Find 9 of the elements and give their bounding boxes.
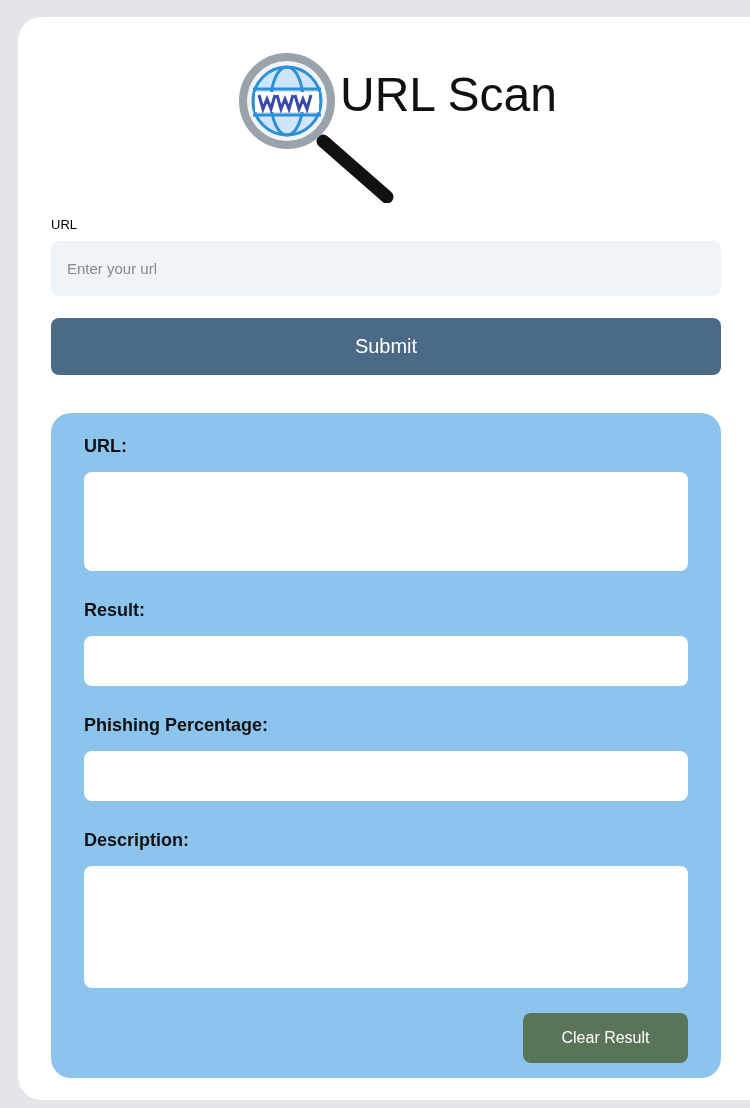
field-label: Phishing Percentage:: [84, 713, 269, 737]
url-input[interactable]: Enter your url: [51, 240, 721, 296]
url-label: URL: [51, 216, 77, 234]
submit-button[interactable]: Submit: [51, 317, 721, 375]
field-label: Result:: [84, 598, 145, 622]
field-label: Description:: [84, 828, 189, 852]
field-label: URL:: [84, 434, 127, 458]
app-title: URL Scan: [340, 71, 557, 119]
clear-result-button[interactable]: Clear Result: [523, 1012, 688, 1063]
